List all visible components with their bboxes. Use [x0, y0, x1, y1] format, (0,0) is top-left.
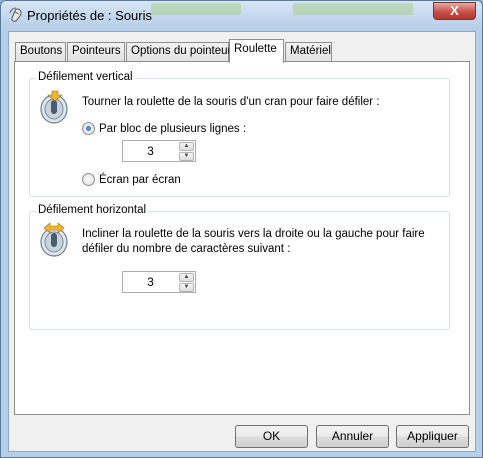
- radio-lines-label[interactable]: Par bloc de plusieurs lignes :: [99, 123, 246, 135]
- window-title: Propriétés de : Souris: [27, 8, 153, 23]
- mouse-wheel-vertical-icon: [40, 90, 68, 124]
- spin-up-button[interactable]: ▲: [179, 142, 194, 151]
- tab-materiel[interactable]: Matériel: [285, 42, 332, 62]
- spin-up-button[interactable]: ▲: [179, 273, 194, 282]
- horizontal-description-line2: défiler du nombre de caractères suivant …: [82, 243, 291, 255]
- spin-down-button[interactable]: ▼: [179, 283, 194, 292]
- radio-screen-row[interactable]: Écran par écran: [82, 173, 181, 186]
- vertical-scroll-legend: Défilement vertical: [36, 71, 135, 83]
- dialog-client-area: Boutons Pointeurs Options du pointeur Ro…: [8, 31, 476, 452]
- tab-options-pointeur[interactable]: Options du pointeur: [126, 42, 231, 62]
- title-bar[interactable]: Propriétés de : Souris X: [1, 1, 482, 31]
- close-button[interactable]: X: [433, 2, 476, 20]
- tab-pointeurs[interactable]: Pointeurs: [67, 42, 125, 62]
- radio-screen-label[interactable]: Écran par écran: [99, 174, 181, 186]
- radio-screen[interactable]: [82, 173, 95, 186]
- horizontal-scroll-legend: Défilement horizontal: [36, 204, 149, 216]
- roulette-tab-panel: Défilement vertical Tourner la roulette …: [14, 61, 470, 415]
- tab-boutons[interactable]: Boutons: [15, 42, 66, 62]
- ok-button[interactable]: OK: [235, 425, 308, 448]
- horizontal-scroll-group: Défilement horizontal Incliner la roulet…: [29, 204, 450, 330]
- apply-button[interactable]: Appliquer: [396, 425, 469, 448]
- background-ghost: [151, 3, 241, 15]
- cancel-button[interactable]: Annuler: [316, 425, 389, 448]
- mouse-icon: [9, 7, 22, 22]
- background-ghost: [293, 3, 413, 15]
- lines-value[interactable]: 3: [123, 144, 178, 158]
- chars-value[interactable]: 3: [123, 275, 178, 289]
- radio-lines-row[interactable]: Par bloc de plusieurs lignes :: [82, 122, 246, 135]
- tab-roulette[interactable]: Roulette: [229, 39, 284, 63]
- chars-spinbox[interactable]: 3 ▲ ▼: [122, 271, 196, 293]
- spin-down-button[interactable]: ▼: [179, 152, 194, 161]
- close-icon: X: [450, 3, 459, 18]
- lines-spinbox[interactable]: 3 ▲ ▼: [122, 140, 196, 162]
- vertical-scroll-group: Défilement vertical Tourner la roulette …: [29, 71, 450, 197]
- mouse-wheel-horizontal-icon: [40, 222, 68, 257]
- radio-lines[interactable]: [82, 122, 95, 135]
- mouse-properties-window: Propriétés de : Souris X Boutons Pointeu…: [0, 0, 483, 458]
- vertical-description: Tourner la roulette de la souris d'un cr…: [82, 96, 380, 108]
- horizontal-description-line1: Incliner la roulette de la souris vers l…: [82, 228, 425, 240]
